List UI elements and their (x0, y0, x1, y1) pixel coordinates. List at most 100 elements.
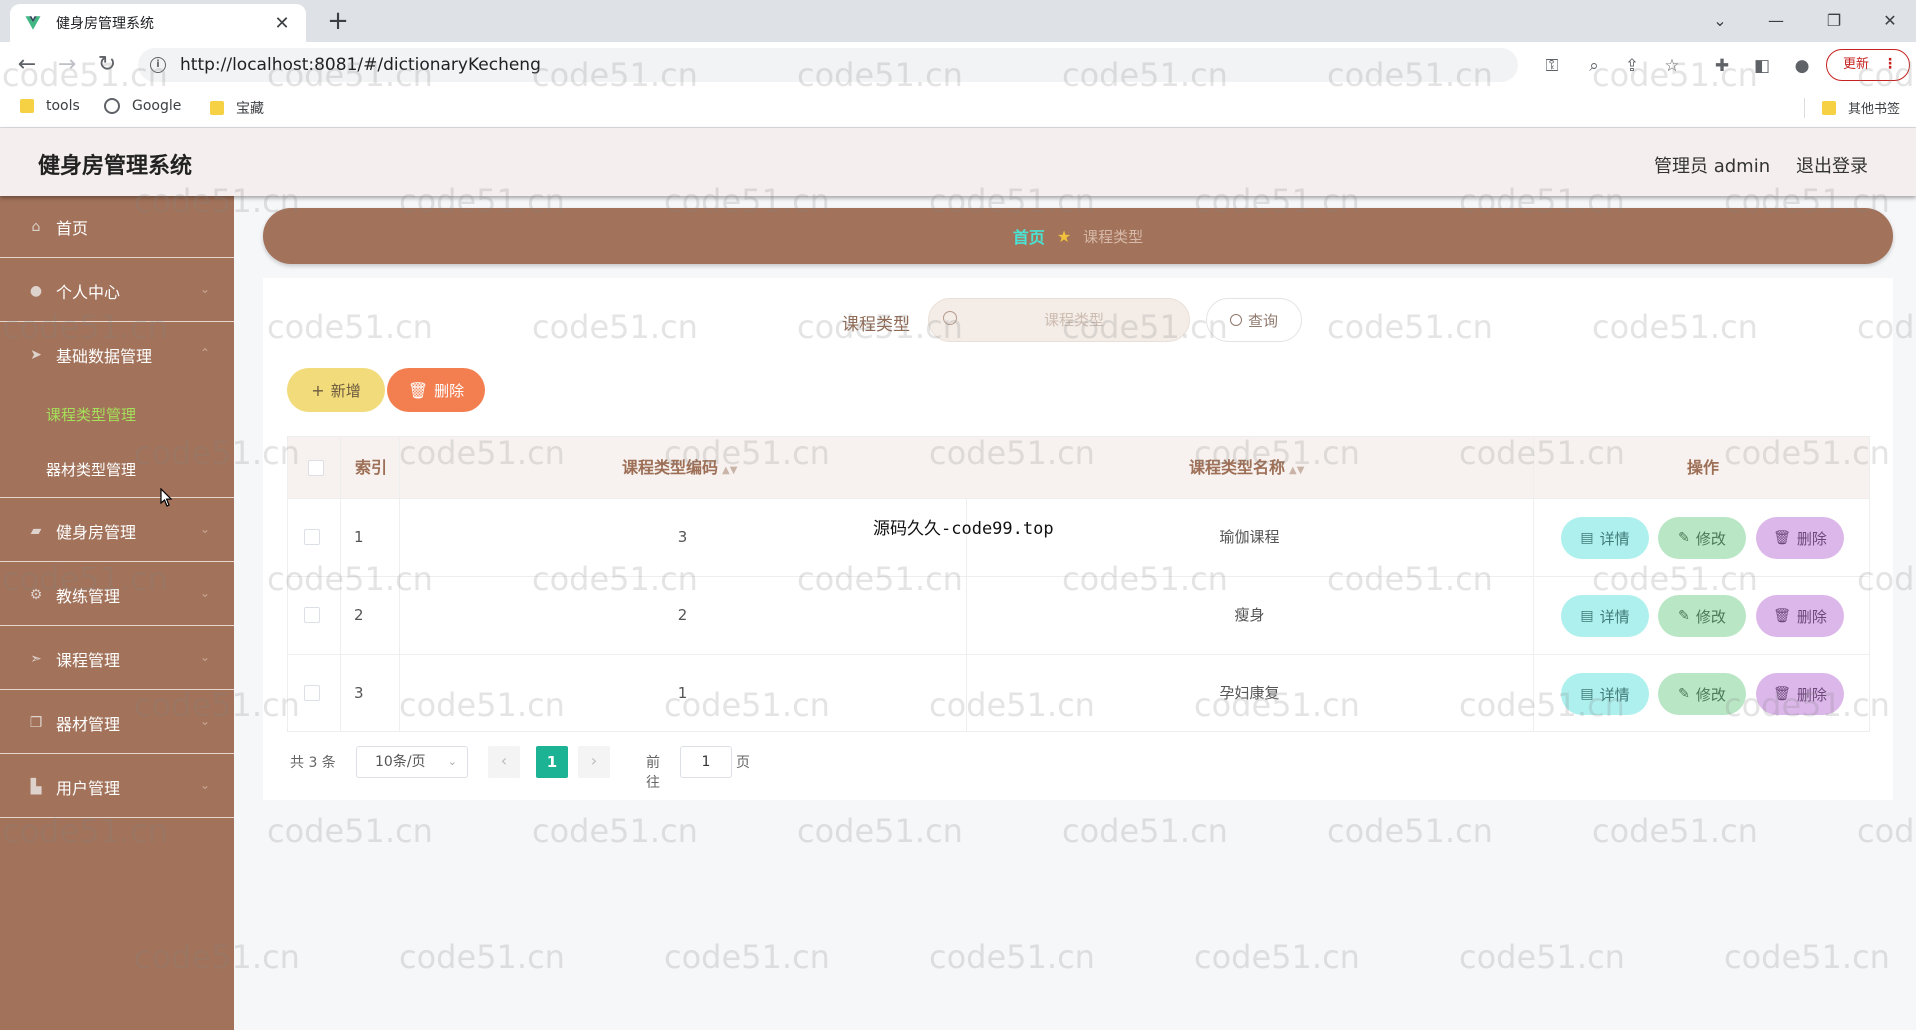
sidebar-item-label: 个人中心 (56, 282, 121, 302)
sidebar-item-equipment[interactable]: ❒ 器材管理 ⌄ (0, 692, 234, 754)
sidebar-subitem-equipment-type[interactable]: 器材类型管理 (0, 442, 234, 498)
watermark-text: code51.cn (1327, 812, 1493, 850)
page-size-select[interactable]: 10条/页 ⌄ (356, 746, 468, 778)
more-menu-icon[interactable]: ⋮ (1883, 50, 1897, 79)
prev-page-button[interactable]: ‹ (488, 746, 520, 778)
settings-icon: ⚙ (29, 586, 43, 603)
side-panel-icon[interactable]: ◧ (1750, 54, 1774, 78)
header-code[interactable]: 课程类型编码 ▲▼ (622, 437, 737, 499)
goto-label: 前往 (646, 755, 660, 791)
tab-search-icon[interactable]: ⌄ (1696, 6, 1744, 36)
query-label: 查询 (1247, 311, 1278, 330)
profile-icon[interactable]: ● (1790, 54, 1814, 78)
edit-button[interactable]: ✎ 修改 (1658, 673, 1746, 715)
sidebar-item-label: 课程管理 (56, 650, 121, 670)
next-page-button[interactable]: › (578, 746, 610, 778)
bookmark-divider (1804, 98, 1805, 118)
cell-index: 3 (354, 684, 364, 702)
watermark-text: code51.cn (399, 938, 565, 976)
new-tab-button[interactable]: + (322, 6, 354, 38)
search-input[interactable] (969, 299, 1179, 341)
row-checkbox[interactable] (304, 607, 320, 623)
bookmark-treasure[interactable]: 宝藏 (210, 98, 264, 118)
logout-link[interactable]: 退出登录 (1796, 152, 1868, 178)
overlay-watermark-text: 源码久久-code99.top (873, 519, 1054, 539)
delete-label: 删除 (1796, 529, 1827, 548)
sidebar-item-label: 基础数据管理 (56, 347, 153, 366)
add-button[interactable]: + 新增 (287, 368, 385, 412)
tab-close-icon[interactable]: ✕ (272, 13, 292, 34)
sidebar-item-course[interactable]: ➣ 课程管理 ⌄ (0, 628, 234, 690)
watermark-text: code51.cn (1592, 812, 1758, 850)
share-icon[interactable]: ⇪ (1620, 54, 1644, 78)
address-bar: ← → ↻ i http://localhost:8081/#/dictiona… (0, 42, 1916, 88)
header-name-label: 课程类型名称 (1189, 458, 1286, 477)
detail-button[interactable]: ▤ 详情 (1561, 595, 1649, 637)
batch-delete-button[interactable]: 🗑 删除 (387, 368, 485, 412)
bookmark-google[interactable]: Google (104, 98, 181, 114)
bookmark-other[interactable]: 其他书签 (1822, 98, 1900, 117)
page-number-current[interactable]: 1 (536, 746, 568, 778)
restore-icon[interactable]: ❐ (1810, 6, 1858, 36)
minimize-icon[interactable]: — (1752, 6, 1800, 36)
cell-name: 孕妇康复 (1219, 684, 1280, 702)
header-index: 索引 (355, 458, 388, 477)
goto-page-input[interactable]: 1 (680, 746, 732, 778)
sort-icon[interactable]: ▲▼ (722, 465, 737, 476)
row-delete-button[interactable]: 🗑 删除 (1756, 595, 1844, 637)
globe-icon (104, 98, 120, 114)
chevron-up-icon: ⌃ (199, 346, 210, 360)
folder-icon (1822, 100, 1836, 115)
query-button[interactable]: 查询 (1206, 298, 1302, 342)
delete-label: 删除 (1796, 685, 1827, 704)
row-delete-button[interactable]: 🗑 删除 (1756, 517, 1844, 559)
edit-label: 修改 (1695, 607, 1726, 626)
back-icon[interactable]: ← (12, 50, 42, 80)
extensions-icon[interactable]: ✚ (1710, 54, 1734, 78)
key-icon[interactable]: ⚿ (1540, 54, 1564, 78)
reload-icon[interactable]: ↻ (92, 50, 122, 80)
app-title: 健身房管理系统 (38, 154, 193, 179)
document-icon: ▤ (1580, 686, 1594, 702)
row-delete-button[interactable]: 🗑 删除 (1756, 673, 1844, 715)
detail-button[interactable]: ▤ 详情 (1561, 517, 1649, 559)
close-window-icon[interactable]: ✕ (1866, 6, 1914, 36)
header-name[interactable]: 课程类型名称 ▲▼ (1189, 437, 1304, 499)
sidebar-item-coach[interactable]: ⚙ 教练管理 ⌄ (0, 564, 234, 626)
site-info-icon[interactable]: i (150, 57, 166, 73)
sidebar-item-home[interactable]: ⌂ 首页 (0, 196, 234, 258)
update-button[interactable]: 更新 ⋮ (1826, 49, 1910, 81)
edit-button[interactable]: ✎ 修改 (1658, 517, 1746, 559)
delete-label: 删除 (1796, 607, 1827, 626)
cell-index: 2 (354, 606, 364, 624)
sort-icon[interactable]: ▲▼ (1289, 465, 1304, 476)
detail-label: 详情 (1599, 607, 1630, 626)
bookmark-tools[interactable]: tools (20, 98, 80, 114)
cell-index: 1 (354, 528, 364, 546)
select-all-checkbox[interactable] (308, 460, 324, 476)
row-checkbox[interactable] (304, 529, 320, 545)
app-header: 健身房管理系统 管理员 admin 退出登录 (0, 128, 1916, 196)
table-header: 索引 课程类型编码 ▲▼ 课程类型名称 ▲▼ 操作 (288, 437, 1869, 499)
forward-icon[interactable]: → (52, 50, 82, 80)
search-field[interactable] (928, 298, 1190, 342)
pencil-icon: ✎ (1678, 686, 1690, 702)
sidebar-item-label: 首页 (56, 218, 89, 238)
sidebar-item-profile[interactable]: ● 个人中心 ⌄ (0, 260, 234, 322)
sidebar-subitem-course-type[interactable]: 课程类型管理 (0, 386, 234, 442)
breadcrumb-home[interactable]: 首页 (1013, 224, 1045, 248)
zoom-icon[interactable]: ⌕ (1582, 54, 1606, 78)
star-icon[interactable]: ☆ (1660, 54, 1684, 78)
detail-button[interactable]: ▤ 详情 (1561, 673, 1649, 715)
sidebar-item-gym[interactable]: ▰ 健身房管理 ⌄ (0, 500, 234, 562)
url-field[interactable]: i http://localhost:8081/#/dictionaryKech… (138, 48, 1518, 82)
detail-label: 详情 (1599, 685, 1630, 704)
browser-tab[interactable]: 健身房管理系统 ✕ (10, 4, 306, 42)
sidebar-item-users[interactable]: ▙ 用户管理 ⌄ (0, 756, 234, 818)
chevron-down-icon: ⌄ (199, 714, 210, 728)
trash-icon: 🗑 (1773, 530, 1791, 546)
sidebar-item-basic-data[interactable]: ➤ 基础数据管理 ⌃ (0, 324, 234, 386)
row-checkbox[interactable] (304, 685, 320, 701)
edit-button[interactable]: ✎ 修改 (1658, 595, 1746, 637)
document-icon: ▤ (1580, 608, 1594, 624)
